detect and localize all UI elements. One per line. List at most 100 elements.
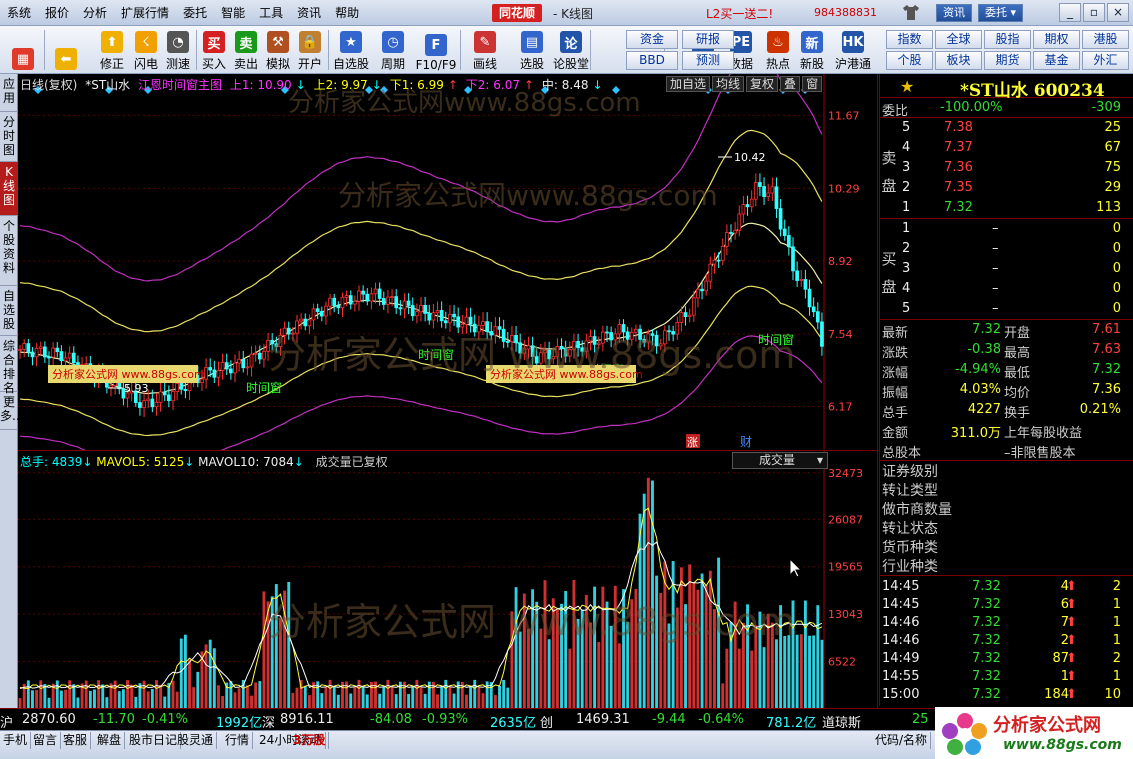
toolbar-select-button[interactable]: ▤ 选股 — [514, 28, 550, 72]
quick-button[interactable]: 预测 — [682, 51, 734, 70]
toolbar-clock-button[interactable]: ◷ 周期 — [376, 28, 410, 72]
quick-button[interactable]: 港股 — [1082, 30, 1129, 49]
toolbar-speed-button[interactable]: ◔ 测速 — [162, 28, 194, 72]
left-tab-1[interactable]: 分时图 — [0, 112, 18, 162]
finance-marker[interactable]: 财 — [740, 435, 752, 449]
quick-button[interactable]: 指数 — [886, 30, 933, 49]
toolbar-sell-button[interactable]: 卖卖出 — [230, 28, 262, 72]
toolbar-buy-button[interactable]: 买买入 — [198, 28, 230, 72]
toolbar-up-arrow-button[interactable]: ⬆ 修正 — [96, 28, 128, 72]
quick-button[interactable]: 板块 — [935, 51, 982, 70]
kline-chart[interactable]: 11.67 10.29 8.92 7.54 6.17 10.42 5.93 时间窗 时间窗 时间窗… — [18, 74, 878, 450]
trade-menu-button[interactable]: 委托 ▾ — [978, 4, 1024, 22]
candle-body — [249, 353, 254, 368]
candle-body — [791, 246, 795, 272]
news-menu-button[interactable]: 资讯 — [936, 4, 972, 22]
quote-value: 4227 — [967, 402, 1001, 417]
chart-button-3[interactable]: 叠 — [780, 76, 801, 92]
bottom-button-2[interactable]: 客服 — [60, 732, 92, 749]
volume-bar — [775, 639, 778, 709]
menu-2[interactable]: 分析 — [76, 1, 114, 25]
volume-chart[interactable]: 32473 26087 19565 13043 6522 分析家公式网 www.88gs… — [18, 450, 878, 709]
chart-button-1[interactable]: 均线 — [712, 76, 745, 92]
chart-button-0[interactable]: 加自选 — [666, 76, 711, 92]
menu-1[interactable]: 报价 — [38, 1, 76, 25]
toolbar-lock-button[interactable]: 🔒 开户 — [294, 28, 326, 72]
left-tab-0[interactable]: 应用 — [0, 74, 18, 112]
left-tab-5[interactable]: 综合排名 — [0, 336, 18, 395]
up-arrow-icon: ⬆ — [101, 31, 123, 53]
toolbar-pen-button[interactable]: ✎ 画线 — [464, 28, 506, 72]
volume-bar — [630, 599, 634, 709]
left-tab-6[interactable]: 更多... — [0, 392, 23, 430]
left-tab-2[interactable]: K线图 — [0, 162, 18, 216]
candle-body — [481, 321, 485, 326]
bottom-button-6[interactable]: 行情 — [222, 732, 254, 749]
toolbar-lightning-button[interactable]: ☇ 闪电 — [130, 28, 162, 72]
toolbar-hammer-button[interactable]: ⚒ 模拟 — [262, 28, 294, 72]
toolbar-star-button[interactable]: ★ 自选股 — [330, 28, 372, 72]
menu-8[interactable]: 帮助 — [328, 1, 366, 25]
pen-icon: ✎ — [474, 31, 496, 53]
buy-level: 4 – 0 — [880, 279, 1133, 299]
watermark-tag-text: 分析家公式网 www.88gs.com — [52, 367, 205, 381]
indicator-label[interactable]: 江恩时间窗主图 — [138, 78, 222, 92]
bottom-button-9[interactable]: 代码/名称 — [872, 732, 932, 749]
toolbar-ipo-button[interactable]: 新新股 — [794, 28, 830, 72]
volume-bar — [59, 690, 63, 709]
quick-button[interactable]: 股指 — [984, 30, 1031, 49]
toolbar-discuss-button[interactable]: 论论股堂 — [552, 28, 590, 72]
bottom-button-4[interactable]: 股市日记 — [126, 732, 182, 749]
chart-button-2[interactable]: 复权 — [746, 76, 779, 92]
shirt-icon[interactable] — [902, 4, 920, 21]
bottom-button-3[interactable]: 解盘 — [94, 732, 126, 749]
volume-bar — [84, 680, 88, 709]
menu-7[interactable]: 资讯 — [290, 1, 328, 25]
promo-link[interactable]: L2买一送二! — [706, 5, 773, 22]
period-label[interactable]: 日线(复权) — [20, 78, 77, 92]
sell-icon: 卖 — [235, 31, 257, 53]
candle-body — [691, 297, 696, 316]
quick-button[interactable]: 期权 — [1033, 30, 1080, 49]
stock-label: *ST山水 — [85, 78, 131, 92]
quick-button[interactable]: 基金 — [1033, 51, 1080, 70]
fire-icon: ♨ — [767, 31, 789, 53]
menu-4[interactable]: 委托 — [176, 1, 214, 25]
quick-button[interactable]: 外汇 — [1082, 51, 1129, 70]
toolbar-f10-button[interactable]: F F10/F9 — [414, 28, 458, 72]
restore-button[interactable]: ▫ — [1083, 3, 1105, 22]
bottom-button-5[interactable]: 股灵通 — [174, 732, 218, 749]
star-icon[interactable]: ★ — [900, 77, 914, 96]
left-tab-4[interactable]: 自选股 — [0, 286, 18, 336]
quick-button[interactable]: 个股 — [886, 51, 933, 70]
candle-body — [142, 400, 146, 408]
menu-5[interactable]: 智能 — [214, 1, 252, 25]
toolbar: ▦ ⬅ ⬆ 修正 ☇ 闪电 ◔ 测速买买入卖卖出 ⚒ 模拟 🔒 开户 ★ 自选股 ◷ 周期 F F10/F9 ✎ 画线… — [0, 26, 1133, 74]
toolbar-app-grid-button[interactable]: ▦ — [6, 28, 40, 72]
left-tab-3[interactable]: 个股资料 — [0, 216, 18, 286]
close-button[interactable]: × — [1107, 3, 1129, 22]
bottom-button-0[interactable]: 手机 — [0, 732, 32, 749]
quick-button[interactable]: 资金 — [626, 30, 678, 49]
bottom-button-1[interactable]: 留言 — [30, 732, 62, 749]
quick-button[interactable]: 期货 — [984, 51, 1031, 70]
menu-0[interactable]: 系统 — [0, 1, 38, 25]
quick-button[interactable]: 研报 — [682, 30, 734, 49]
volume-bar — [175, 691, 179, 709]
toolbar-back-arrow-button[interactable]: ⬅ — [46, 28, 86, 72]
minimize-button[interactable]: _ — [1059, 3, 1081, 22]
chart-button-4[interactable]: 窗 — [802, 76, 823, 92]
quick-button[interactable]: 全球 — [935, 30, 982, 49]
tick-price: 7.32 — [972, 651, 1001, 666]
sell-qty: 25 — [1104, 120, 1121, 135]
bottom-button-8[interactable]: 3万股 — [290, 732, 330, 749]
quick-button[interactable]: BBD — [626, 51, 678, 70]
menu-3[interactable]: 扩展行情 — [114, 1, 176, 25]
candle-body — [208, 367, 213, 371]
menu-6[interactable]: 工具 — [252, 1, 290, 25]
candle-body — [361, 290, 365, 295]
toolbar-hk-button[interactable]: HK 沪港通 — [832, 28, 874, 72]
sz-pct: -0.93% — [422, 712, 468, 727]
toolbar-fire-button[interactable]: ♨ 热点 — [762, 28, 794, 72]
volume-indicator-select[interactable]: 成交量 ▾ — [732, 452, 828, 469]
